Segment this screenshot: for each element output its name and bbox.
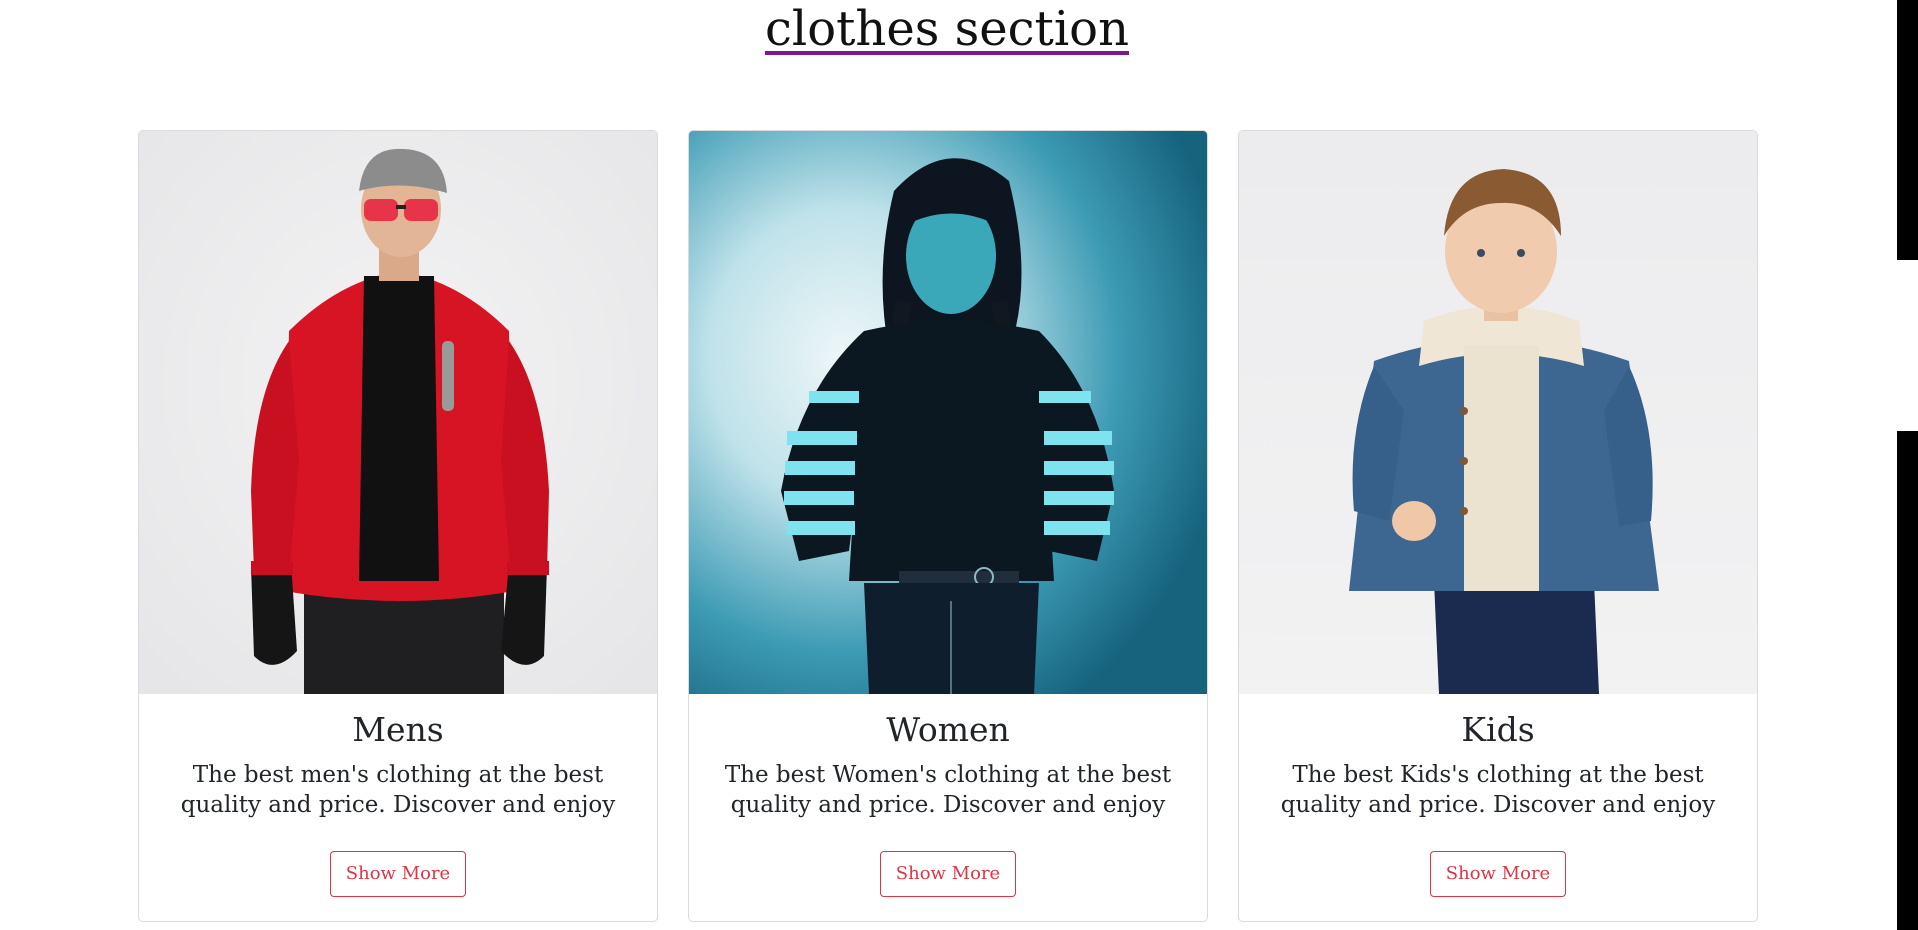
show-more-button-women[interactable]: Show More [879,851,1017,897]
show-more-button-mens[interactable]: Show More [329,851,467,897]
card-body-mens: Mens The best men's clothing at the best… [139,694,657,921]
card-mens: Mens The best men's clothing at the best… [138,130,658,922]
card-text: The best Women's clothing at the best qu… [724,762,1172,818]
card-women: Women The best Women's clothing at the b… [688,130,1208,922]
scrollbar-thumb[interactable] [1897,431,1918,930]
card-body-kids: Kids The best Kids's clothing at the bes… [1239,694,1757,921]
card-body-women: Women The best Women's clothing at the b… [689,694,1207,921]
card-grid: Mens The best men's clothing at the best… [138,130,1758,922]
card-text: The best Kids's clothing at the best qua… [1280,762,1716,818]
card-title: Women [886,710,1010,749]
women-photo [689,131,1207,694]
scrollbar-upper[interactable] [1897,0,1918,260]
mens-photo [139,131,657,694]
kids-photo [1239,131,1757,694]
card-kids: Kids The best Kids's clothing at the bes… [1238,130,1758,922]
page: clothes section Mens The best men's clot… [0,0,1918,930]
show-more-button-kids[interactable]: Show More [1429,851,1567,897]
section-title: clothes section [0,0,1894,58]
section-title-text: clothes section [764,1,1129,57]
card-text: The best men's clothing at the best qual… [180,762,616,818]
card-title: Mens [352,710,444,749]
card-title: Kids [1461,710,1535,749]
